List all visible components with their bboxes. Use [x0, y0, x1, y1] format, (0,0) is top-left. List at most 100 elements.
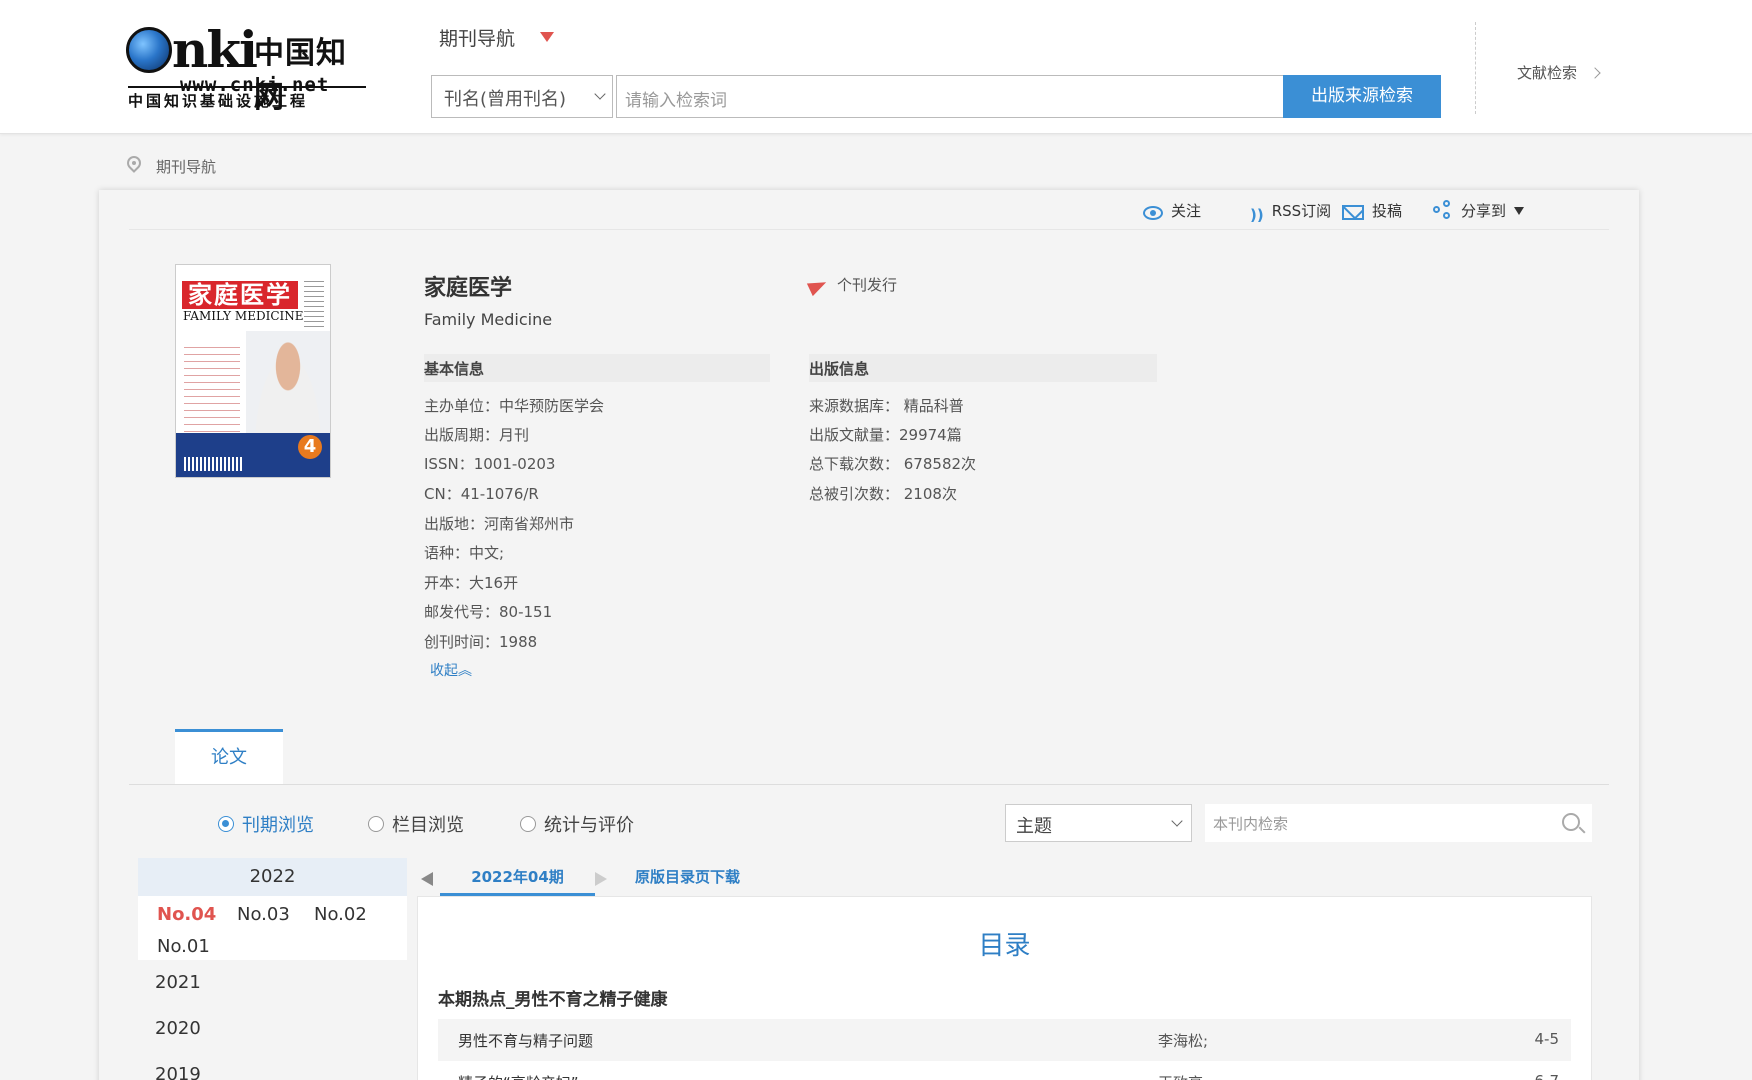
caret-down-icon — [1514, 207, 1525, 215]
article-title-link[interactable]: 精子的“高龄产妇” — [458, 1072, 579, 1080]
radio-issue-browse[interactable]: 刊期浏览 — [218, 811, 314, 837]
article-pages: 4-5 — [1534, 1030, 1560, 1048]
year-item-active[interactable]: 2022 — [138, 858, 407, 896]
topic-select[interactable]: 主题 — [1005, 804, 1192, 842]
prev-issue-icon[interactable] — [421, 872, 433, 886]
radio-statistics[interactable]: 统计与评价 — [520, 811, 634, 837]
cover-text-block — [184, 347, 240, 437]
share-label: 分享到 — [1461, 202, 1507, 220]
article-pages: 6-7 — [1535, 1072, 1560, 1080]
breadcrumb: 期刊导航 — [126, 156, 216, 177]
cover-photo — [246, 331, 330, 449]
journal-english-title: Family Medicine — [424, 310, 553, 329]
info-cn: CN：41-1076/R — [424, 485, 539, 503]
toc-title: 目录 — [978, 931, 1031, 961]
radio-label: 统计与评价 — [544, 815, 634, 836]
radio-column-browse[interactable]: 栏目浏览 — [368, 811, 464, 837]
next-issue-icon[interactable] — [595, 872, 607, 886]
info-article-count: 出版文献量：29974篇 — [809, 426, 962, 444]
literature-search-link[interactable]: 文献检索 — [1517, 62, 1601, 83]
info-postal-code: 邮发代号：80-151 — [424, 603, 553, 621]
search-type-select[interactable]: 刊名(曾用刊名) — [431, 75, 613, 118]
info-place: 出版地：河南省郑州市 — [424, 515, 575, 533]
journal-cover[interactable]: 家庭医学 FAMILY MEDICINE 4 — [175, 264, 331, 478]
site-header: nki 中国知网 www.cnki.net 中国知识基础设施工程 期刊导航 刊名… — [0, 0, 1752, 134]
radio-icon — [520, 816, 536, 832]
table-row: 男性不育与精子问题 李海松; 4-5 — [438, 1019, 1571, 1061]
breadcrumb-item[interactable]: 期刊导航 — [156, 158, 216, 176]
info-sponsor: 主办单位：中华预防医学会 — [424, 397, 605, 415]
share-button[interactable]: 分享到 — [1433, 200, 1525, 221]
chevron-right-icon — [1589, 67, 1601, 79]
issue-link[interactable]: No.02 — [314, 904, 367, 925]
tab-papers[interactable]: 论文 — [175, 729, 283, 785]
info-citations: 总被引次数： 2108次 — [809, 485, 957, 503]
issue-distribution-label: 个刊发行 — [837, 276, 898, 294]
info-source-db: 来源数据库： 精品科普 — [809, 397, 964, 415]
table-row: 精子的“高龄产妇” 王致亮 6-7 — [438, 1061, 1571, 1080]
issue-distribution-link[interactable]: 个刊发行 — [809, 274, 897, 295]
radio-icon — [368, 816, 384, 832]
rss-icon: )) — [1250, 206, 1264, 224]
journal-nav-menu[interactable]: 期刊导航 — [439, 24, 515, 51]
radio-label: 栏目浏览 — [392, 815, 464, 836]
barcode-icon — [184, 457, 244, 471]
tab-divider — [129, 784, 1609, 785]
journal-card: 关注 )) RSS订阅 投稿 分享到 家庭医学 FAMILY MEDICINE 4… — [99, 190, 1639, 1080]
radio-label: 刊期浏览 — [242, 815, 314, 836]
year-list: 2022 No.04 No.03 No.02 No.01 2021 2020 2… — [138, 858, 407, 1080]
cover-subtitle: FAMILY MEDICINE — [183, 309, 304, 323]
cnki-logo[interactable]: nki 中国知网 www.cnki.net 中国知识基础设施工程 — [126, 22, 366, 115]
submit-button[interactable]: 投稿 — [1342, 200, 1402, 221]
cover-issue-number: 4 — [298, 435, 322, 459]
table-of-contents: 目录 本期热点_男性不育之精子健康 男性不育与精子问题 李海松; 4-5 精子的… — [417, 896, 1592, 1080]
journal-title: 家庭医学 — [424, 276, 513, 301]
logo-mark: nki — [126, 22, 258, 78]
caret-down-icon[interactable] — [540, 32, 554, 42]
basic-info-heading: 基本信息 — [424, 354, 770, 382]
year-item[interactable]: 2020 — [138, 1006, 407, 1052]
info-issn: ISSN：1001-0203 — [424, 455, 556, 473]
submit-label: 投稿 — [1372, 202, 1403, 220]
search-icon[interactable] — [1562, 813, 1580, 831]
mail-icon — [1342, 205, 1364, 220]
divider — [1475, 22, 1476, 114]
info-founded: 创刊时间：1988 — [424, 633, 538, 651]
download-toc-link[interactable]: 原版目录页下载 — [635, 858, 740, 896]
info-format: 开本：大16开 — [424, 574, 519, 592]
article-author[interactable]: 李海松; — [1158, 1030, 1208, 1051]
logo-subtitle: 中国知识基础设施工程 — [128, 86, 366, 111]
paper-plane-icon — [809, 277, 827, 293]
chevron-down-icon — [594, 88, 606, 100]
current-issue-tab[interactable]: 2022年04期 — [440, 858, 595, 896]
issue-link[interactable]: No.03 — [237, 904, 290, 925]
chevron-down-icon — [1171, 815, 1183, 827]
eye-icon — [1143, 206, 1163, 220]
journal-search-input[interactable]: 本刊内检索 — [1205, 804, 1592, 842]
rss-button[interactable]: )) RSS订阅 — [1250, 200, 1331, 224]
issue-link-active[interactable]: No.04 — [157, 904, 216, 925]
rss-label: RSS订阅 — [1271, 202, 1332, 220]
issue-list: No.04 No.03 No.02 No.01 — [138, 896, 407, 960]
share-icon — [1433, 200, 1453, 220]
collapse-link[interactable]: 收起︽ — [430, 660, 472, 680]
toc-section-title: 本期热点_男性不育之精子健康 — [438, 990, 668, 1010]
info-downloads: 总下载次数： 678582次 — [809, 455, 977, 473]
follow-button[interactable]: 关注 — [1143, 200, 1201, 221]
issue-link[interactable]: No.01 — [157, 936, 210, 957]
topic-value: 主题 — [1016, 816, 1052, 837]
search-input[interactable]: 请输入检索词 — [616, 75, 1284, 118]
article-author[interactable]: 王致亮 — [1158, 1072, 1203, 1080]
info-language: 语种：中文; — [424, 544, 505, 562]
action-bar: 关注 )) RSS订阅 投稿 分享到 — [129, 190, 1609, 230]
year-item[interactable]: 2019 — [138, 1052, 407, 1080]
follow-label: 关注 — [1171, 202, 1202, 220]
cover-title: 家庭医学 — [182, 281, 298, 309]
year-item[interactable]: 2021 — [138, 960, 407, 1006]
issue-nav: 2022年04期 原版目录页下载 — [417, 858, 1592, 896]
journal-search-placeholder: 本刊内检索 — [1213, 815, 1289, 833]
article-title-link[interactable]: 男性不育与精子问题 — [458, 1030, 593, 1051]
publish-info-heading: 出版信息 — [809, 354, 1157, 382]
location-pin-icon — [126, 156, 142, 176]
source-search-button[interactable]: 出版来源检索 — [1283, 75, 1441, 118]
